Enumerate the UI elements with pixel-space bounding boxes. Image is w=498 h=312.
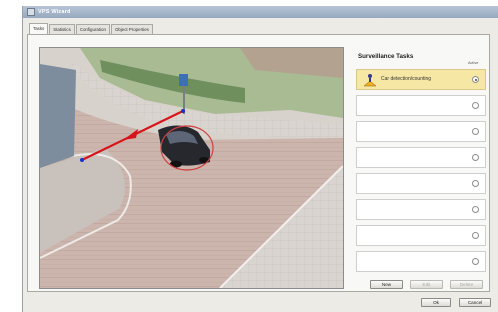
- task-row-7[interactable]: [356, 225, 486, 246]
- active-radio[interactable]: [472, 154, 479, 161]
- building-wall: [40, 64, 76, 168]
- ok-button[interactable]: Ok: [421, 298, 451, 307]
- edit-task-button[interactable]: Edit: [410, 280, 443, 289]
- app-icon: [27, 8, 35, 16]
- tripwire-endpoint-end[interactable]: [181, 109, 185, 113]
- task-label: Car detection/counting: [381, 76, 432, 82]
- wizard-window: VPS Wizard Tasks Statistics Configuratio…: [22, 6, 498, 312]
- task-row-3[interactable]: [356, 121, 486, 142]
- tab-statistics[interactable]: Statistics: [49, 24, 75, 34]
- active-radio[interactable]: [472, 258, 479, 265]
- task-row-4[interactable]: [356, 147, 486, 168]
- tasks-tab-panel: Surveillance Tasks Active Car detection/…: [27, 34, 490, 292]
- task-row-1[interactable]: Car detection/counting: [356, 69, 486, 90]
- tab-object-properties[interactable]: Object Properties: [110, 24, 153, 34]
- active-radio[interactable]: [472, 128, 479, 135]
- tab-strip: Tasks Statistics Configuration Object Pr…: [29, 23, 154, 34]
- tab-configuration[interactable]: Configuration: [75, 24, 110, 34]
- active-radio[interactable]: [472, 206, 479, 213]
- delete-task-button[interactable]: Delete: [450, 280, 483, 289]
- cancel-button[interactable]: Cancel: [459, 298, 491, 307]
- tripwire-endpoint-start[interactable]: [80, 158, 84, 162]
- person-warning-icon: [363, 74, 377, 87]
- window-title: VPS Wizard: [38, 9, 71, 15]
- camera-scene: [40, 48, 343, 288]
- active-radio[interactable]: [472, 180, 479, 187]
- road-sign-icon: [179, 74, 188, 86]
- task-row-2[interactable]: [356, 95, 486, 116]
- tab-tasks[interactable]: Tasks: [29, 23, 49, 34]
- active-column-label: Active: [468, 61, 479, 65]
- active-radio[interactable]: [472, 232, 479, 239]
- task-row-8[interactable]: [356, 251, 486, 272]
- task-row-6[interactable]: [356, 199, 486, 220]
- tasks-heading: Surveillance Tasks: [358, 53, 414, 60]
- active-radio[interactable]: [472, 76, 479, 83]
- active-radio[interactable]: [472, 102, 479, 109]
- title-bar: VPS Wizard: [23, 6, 498, 18]
- new-task-button[interactable]: New: [370, 280, 403, 289]
- task-row-5[interactable]: [356, 173, 486, 194]
- camera-view[interactable]: [39, 47, 344, 289]
